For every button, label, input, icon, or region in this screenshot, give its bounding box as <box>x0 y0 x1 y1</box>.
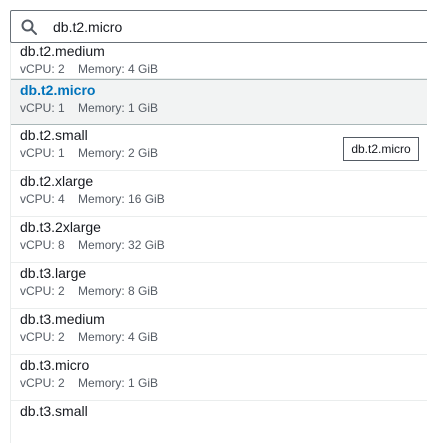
option-db-t3-small[interactable]: db.t3.small <box>11 401 427 443</box>
option-memory: Memory: 1 GiB <box>78 101 159 115</box>
search-icon <box>21 19 37 35</box>
search-input-value: db.t2.micro <box>53 19 123 35</box>
selected-value-tooltip: db.t2.micro <box>343 137 419 161</box>
instance-class-search-input[interactable]: db.t2.micro <box>10 10 427 43</box>
option-memory: Memory: 1 GiB <box>78 376 159 390</box>
option-vcpu: vCPU: 1 <box>20 101 65 115</box>
option-name: db.t2.xlarge <box>20 173 94 189</box>
option-vcpu: vCPU: 2 <box>20 62 65 76</box>
option-vcpu: vCPU: 2 <box>20 330 65 344</box>
option-db-t2-micro[interactable]: db.t2.micro vCPU: 1 Memory: 1 GiB <box>11 79 427 125</box>
option-memory: Memory: 4 GiB <box>78 330 159 344</box>
option-specs: vCPU: 2 Memory: 4 GiB <box>20 62 427 76</box>
option-name: db.t2.medium <box>20 43 105 59</box>
option-specs <box>20 422 427 436</box>
option-name: db.t3.small <box>20 403 88 419</box>
option-specs: vCPU: 4 Memory: 16 GiB <box>20 192 427 206</box>
option-memory: Memory: 16 GiB <box>78 192 165 206</box>
option-name: db.t3.micro <box>20 357 90 373</box>
option-db-t2-xlarge[interactable]: db.t2.xlarge vCPU: 4 Memory: 16 GiB <box>11 171 427 217</box>
option-memory: Memory: 8 GiB <box>78 284 159 298</box>
option-db-t2-medium[interactable]: db.t2.medium vCPU: 2 Memory: 4 GiB <box>11 43 427 79</box>
instance-class-options-list[interactable]: db.t2.medium vCPU: 2 Memory: 4 GiB db.t2… <box>10 43 427 443</box>
option-vcpu: vCPU: 1 <box>20 146 65 160</box>
option-memory: Memory: 4 GiB <box>78 62 159 76</box>
option-memory: Memory: 2 GiB <box>78 146 159 160</box>
option-vcpu: vCPU: 2 <box>20 376 65 390</box>
option-specs: vCPU: 1 Memory: 1 GiB <box>20 101 427 115</box>
option-specs: vCPU: 2 Memory: 8 GiB <box>20 284 427 298</box>
option-specs: vCPU: 2 Memory: 1 GiB <box>20 376 427 390</box>
option-db-t3-2xlarge[interactable]: db.t3.2xlarge vCPU: 8 Memory: 32 GiB <box>11 217 427 263</box>
option-specs: vCPU: 2 Memory: 4 GiB <box>20 330 427 344</box>
option-name: db.t3.2xlarge <box>20 219 101 235</box>
option-name: db.t2.micro <box>20 82 96 98</box>
option-specs: vCPU: 8 Memory: 32 GiB <box>20 238 427 252</box>
option-name: db.t3.large <box>20 265 87 281</box>
option-db-t3-micro[interactable]: db.t3.micro vCPU: 2 Memory: 1 GiB <box>11 355 427 401</box>
option-db-t3-medium[interactable]: db.t3.medium vCPU: 2 Memory: 4 GiB <box>11 309 427 355</box>
option-db-t3-large[interactable]: db.t3.large vCPU: 2 Memory: 8 GiB <box>11 263 427 309</box>
option-vcpu: vCPU: 2 <box>20 284 65 298</box>
option-memory: Memory: 32 GiB <box>78 238 165 252</box>
option-vcpu: vCPU: 8 <box>20 238 65 252</box>
option-vcpu: vCPU: 4 <box>20 192 65 206</box>
option-name: db.t3.medium <box>20 311 105 327</box>
